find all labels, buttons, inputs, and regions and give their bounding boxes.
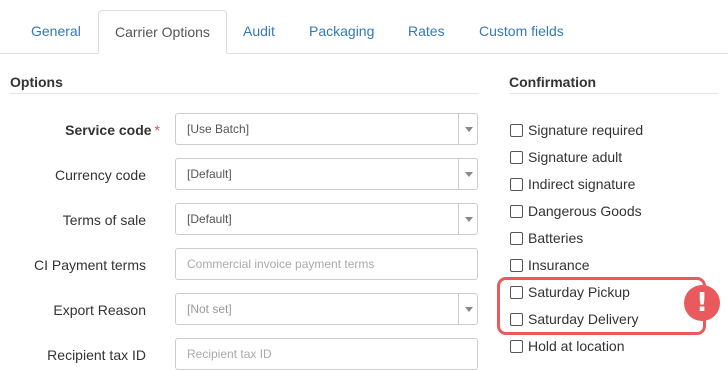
export-reason-value: [Not set] — [187, 302, 232, 316]
chevron-down-icon — [458, 204, 477, 234]
tab-bar: General Carrier Options Audit Packaging … — [0, 0, 728, 54]
ci-payment-terms-label: CI Payment terms — [33, 257, 146, 273]
chevron-down-icon — [458, 114, 477, 144]
checkbox-label: Batteries — [528, 230, 584, 246]
options-heading: Options — [10, 74, 63, 90]
checkbox-label: Insurance — [528, 257, 590, 273]
tab-rates[interactable]: Rates — [392, 10, 461, 53]
tab-carrier-options[interactable]: Carrier Options — [98, 10, 227, 54]
checkbox-label: Dangerous Goods — [528, 203, 642, 219]
recipient-tax-id-label: Recipient tax ID — [47, 347, 146, 363]
ci-payment-terms-input[interactable]: Commercial invoice payment terms — [175, 248, 478, 280]
options-divider — [10, 93, 479, 94]
export-reason-select[interactable]: [Not set] — [175, 293, 478, 325]
confirmation-heading: Confirmation — [509, 74, 597, 90]
saturday-options-highlight — [497, 277, 706, 335]
checkbox-label: Hold at location — [528, 338, 625, 354]
currency-code-label: Currency code — [54, 167, 146, 183]
chevron-down-icon — [458, 159, 477, 189]
checkbox-icon[interactable] — [510, 205, 523, 218]
service-code-label: Service code * — [14, 122, 160, 138]
checkbox-icon[interactable] — [510, 151, 523, 164]
checkbox-icon[interactable] — [510, 259, 523, 272]
terms-of-sale-select[interactable]: [Default] — [175, 203, 478, 235]
currency-code-select[interactable]: [Default] — [175, 158, 478, 190]
terms-of-sale-value: [Default] — [187, 212, 232, 226]
service-code-value: [Use Batch] — [187, 122, 250, 136]
recipient-tax-id-input[interactable]: Recipient tax ID — [175, 338, 478, 370]
export-reason-label: Export Reason — [53, 302, 146, 318]
confirmation-divider — [509, 93, 718, 94]
tab-audit[interactable]: Audit — [227, 10, 291, 53]
checkbox-icon[interactable] — [510, 340, 523, 353]
checkbox-label: Indirect signature — [528, 176, 636, 192]
checkbox-icon[interactable] — [510, 232, 523, 245]
checkbox-label: Signature required — [528, 122, 644, 138]
exclamation-icon: ! — [684, 285, 720, 321]
checkbox-icon[interactable] — [510, 124, 523, 137]
tab-custom-fields[interactable]: Custom fields — [463, 10, 580, 53]
chevron-down-icon — [458, 294, 477, 324]
tab-packaging[interactable]: Packaging — [293, 10, 390, 53]
terms-of-sale-label: Terms of sale — [62, 212, 146, 228]
currency-code-value: [Default] — [187, 167, 232, 181]
checkbox-label: Signature adult — [528, 149, 623, 165]
tab-general[interactable]: General — [15, 10, 97, 53]
checkbox-icon[interactable] — [510, 178, 523, 191]
service-code-label-text: Service code — [65, 122, 152, 138]
service-code-select[interactable]: [Use Batch] — [175, 113, 478, 145]
required-marker: * — [154, 122, 160, 138]
